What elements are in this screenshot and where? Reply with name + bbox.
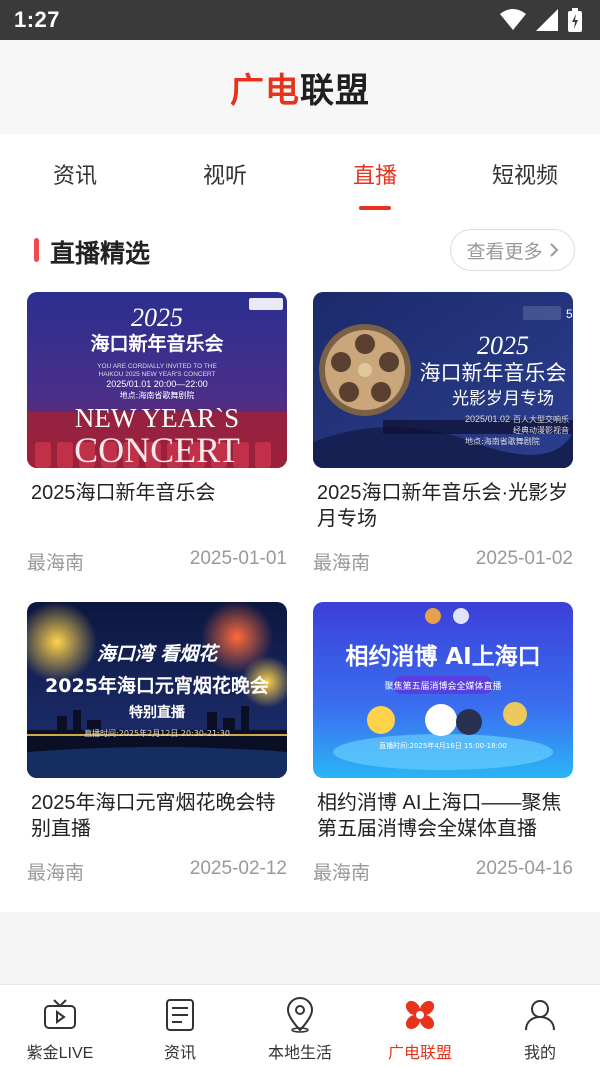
wifi-icon: [500, 9, 526, 30]
nav-item-alliance[interactable]: 广电联盟: [360, 985, 480, 1066]
thumb-text: 2025/01.01 20:00—22:00: [106, 379, 208, 389]
location-pin-icon: [286, 997, 314, 1033]
section-accent-bar: [34, 238, 39, 262]
live-card-thumbnail: 海口湾 看烟花 2025年海口元宵烟花晚会 特别直播 直播时间:2025年2月1…: [27, 602, 287, 778]
brand-title-part1: 广电: [230, 70, 300, 111]
section-header: 直播精选 查看更多: [0, 226, 600, 274]
bottom-nav: 紫金LIVE 资讯 本地生活 广电联盟 我的: [0, 984, 600, 1066]
thumb-text: 2025年海口元宵烟花晚会: [45, 674, 269, 697]
thumb-text: CONCERT: [74, 430, 240, 468]
tab-label: 资讯: [52, 163, 97, 188]
tab-short-video[interactable]: 短视频: [450, 134, 600, 210]
thumb-text: 光影岁月专场: [452, 389, 554, 409]
nav-item-local-life[interactable]: 本地生活: [240, 985, 360, 1066]
tv-icon: [44, 999, 76, 1029]
live-card-date: 2025-01-02: [475, 548, 573, 569]
live-card-title: 2025年海口元宵烟花晚会特别直播: [31, 792, 276, 840]
thumb-text: 2025: [477, 331, 529, 360]
live-card[interactable]: 2025 海口新年音乐会 光影岁月专场 2025/01.02 百人大型交响乐 经…: [313, 292, 573, 582]
thumb-text: NEW YEAR`S: [75, 403, 239, 433]
nav-label: 我的: [523, 1045, 556, 1062]
status-icons: [500, 8, 582, 32]
live-card-date: 2025-01-01: [189, 548, 287, 569]
thumb-text: 直播时间:2025年2月12日 20:30-21:30: [84, 728, 230, 738]
app-header: 广电联盟: [0, 40, 600, 134]
thumb-text: 特别直播: [129, 704, 186, 721]
thumb-text: 经典动漫影视音: [513, 425, 569, 435]
live-card[interactable]: 海口湾 看烟花 2025年海口元宵烟花晚会 特别直播 直播时间:2025年2月1…: [27, 602, 287, 892]
nav-label: 本地生活: [267, 1045, 332, 1062]
brand-title: 广电联盟: [230, 63, 370, 112]
live-card-thumbnail: 2025 海口新年音乐会 YOU ARE CORDIALLY INVITED T…: [27, 292, 287, 468]
status-time: 1:27: [14, 7, 61, 32]
battery-icon: [568, 8, 582, 32]
thumb-text: 海口新年音乐会: [90, 332, 223, 355]
thumb-text: HAIKOU 2025 NEW YEAR'S CONCERT: [99, 371, 216, 378]
thumb-text: 海口新年音乐会: [420, 361, 567, 385]
nav-label: 紫金LIVE: [26, 1045, 94, 1062]
nav-item-zijin-live[interactable]: 紫金LIVE: [0, 985, 120, 1066]
thumb-text: 地点:海南省歌舞剧院: [120, 390, 195, 400]
thumb-text: 聚焦第五届消博会全媒体直播: [384, 680, 501, 692]
tab-label: 短视频: [491, 163, 558, 188]
live-card-title: 相约消博 AI上海口——聚焦第五届消博会全媒体直播: [317, 792, 562, 840]
active-tab-indicator: [359, 206, 391, 210]
user-icon: [525, 1000, 555, 1031]
status-bar: 1:27: [0, 0, 600, 40]
view-more-button[interactable]: 查看更多: [450, 229, 575, 271]
live-card-title: 2025海口新年音乐会: [31, 482, 216, 504]
live-card-thumbnail: 相约消博 AI上海口 聚焦第五届消博会全媒体直播 直播时间:2025年4月16日…: [313, 602, 573, 778]
news-list-icon: [166, 999, 194, 1031]
live-card-source: 最海南: [313, 863, 371, 884]
tab-label: 直播: [352, 163, 397, 188]
tab-news[interactable]: 资讯: [0, 134, 150, 210]
main-content: 资讯 视听 直播 短视频 直播精选 查看更多 2025 海口新年音乐会 YOU …: [0, 134, 600, 912]
tab-label: 视听: [202, 163, 247, 188]
signal-icon: [536, 9, 558, 31]
live-card-date: 2025-02-12: [189, 858, 287, 879]
category-tabs: 资讯 视听 直播 短视频: [0, 134, 600, 210]
live-card-source: 最海南: [313, 553, 371, 574]
chevron-right-icon: [549, 243, 558, 257]
nav-item-news[interactable]: 资讯: [120, 985, 240, 1066]
nav-item-me[interactable]: 我的: [480, 985, 600, 1066]
thumb-text: YOU ARE CORDIALLY INVITED TO THE: [97, 363, 217, 370]
thumb-text: 海口湾 看烟花: [97, 643, 221, 665]
thumb-text: 百人大型交响乐: [513, 414, 569, 424]
thumb-text: 直播时间:2025年4月16日 15:00-18:00: [379, 741, 507, 750]
live-card-source: 最海南: [27, 553, 85, 574]
live-card[interactable]: 相约消博 AI上海口 聚焦第五届消博会全媒体直播 直播时间:2025年4月16日…: [313, 602, 573, 892]
nav-label: 广电联盟: [387, 1045, 452, 1062]
live-card-date: 2025-04-16: [475, 858, 573, 879]
thumb-text: 2025: [131, 303, 183, 332]
thumb-text: 5: [566, 307, 573, 321]
tab-live[interactable]: 直播: [300, 134, 450, 210]
live-card[interactable]: 2025 海口新年音乐会 YOU ARE CORDIALLY INVITED T…: [27, 292, 287, 582]
live-card-source: 最海南: [27, 863, 85, 884]
thumb-text: 2025/01.02: [465, 414, 510, 424]
nav-label: 资讯: [163, 1045, 196, 1062]
alliance-logo-icon: [405, 1000, 435, 1030]
tab-audiovisual[interactable]: 视听: [150, 134, 300, 210]
brand-title-part2: 联盟: [300, 70, 370, 111]
thumb-text: 相约消博 AI上海口: [345, 643, 540, 670]
live-card-title: 2025海口新年音乐会·光影岁月专场: [317, 482, 569, 530]
live-card-thumbnail: 2025 海口新年音乐会 光影岁月专场 2025/01.02 百人大型交响乐 经…: [313, 292, 573, 468]
section-title: 直播精选: [50, 240, 151, 268]
thumb-text: 地点:海南省歌舞剧院: [465, 436, 540, 446]
view-more-label: 查看更多: [466, 241, 543, 263]
